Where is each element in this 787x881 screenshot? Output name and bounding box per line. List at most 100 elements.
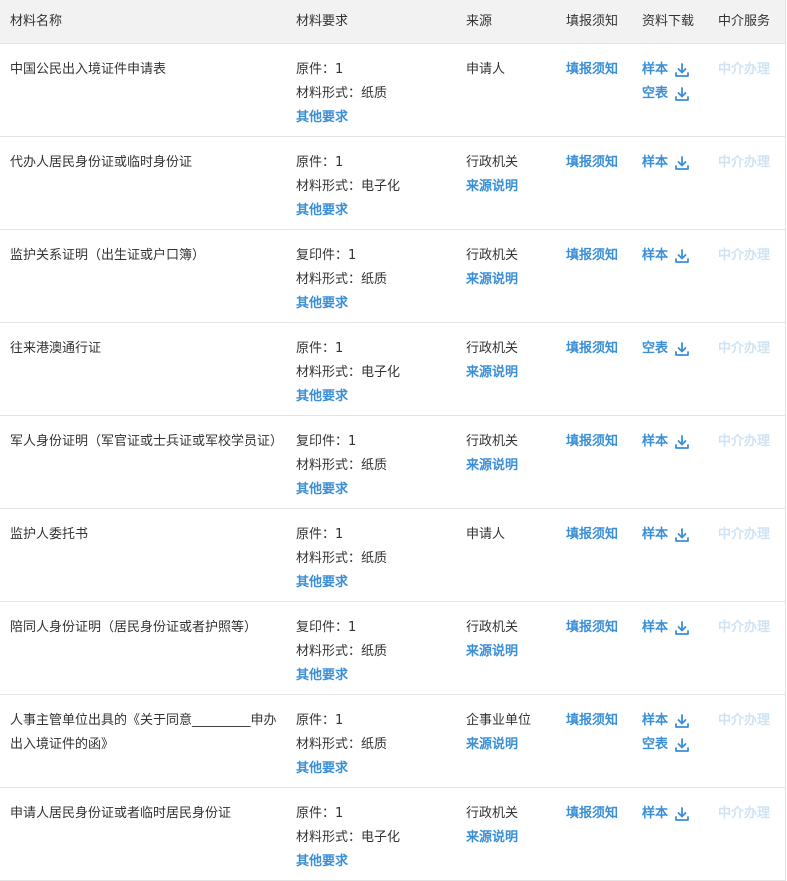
material-name: 监护关系证明（出生证或户口簿）: [10, 248, 206, 263]
agent-service-cell: 中介办理: [718, 616, 784, 640]
download-link-2[interactable]: 空表: [642, 733, 712, 757]
notice-cell: 填报须知: [566, 616, 636, 640]
agent-service-cell: 中介办理: [718, 151, 784, 175]
download-icon: [674, 713, 690, 729]
material-requirements: 复印件：1 材料形式：纸质 其他要求: [296, 244, 456, 316]
download-icon: [674, 155, 690, 171]
fill-notice-link[interactable]: 填报须知: [566, 616, 636, 640]
download-link-1[interactable]: 样本: [642, 523, 712, 547]
header-agent-service: 中介服务: [718, 14, 771, 29]
download-link-1[interactable]: 样本: [642, 244, 712, 268]
download-icon: [674, 86, 690, 102]
download-label: 样本: [642, 527, 669, 542]
fill-notice-link[interactable]: 填报须知: [566, 244, 636, 268]
materials-table: 材料名称 材料要求 来源 填报须知 资料下载 中介服务 中国公民出入境证件申请表…: [0, 0, 786, 881]
download-label: 空表: [642, 341, 669, 356]
download-label: 样本: [642, 620, 669, 635]
source-explanation-link[interactable]: 来源说明: [466, 826, 561, 850]
download-label: 样本: [642, 434, 669, 449]
other-requirements-link[interactable]: 其他要求: [296, 664, 456, 688]
other-requirements-link[interactable]: 其他要求: [296, 106, 456, 130]
download-icon: [674, 434, 690, 450]
source-explanation-link[interactable]: 来源说明: [466, 175, 561, 199]
download-link-1[interactable]: 样本: [642, 616, 712, 640]
requirement-count: 原件：1: [296, 713, 344, 728]
agent-service-cell: 中介办理: [718, 244, 784, 268]
agent-service-link: 中介办理: [718, 155, 771, 170]
agent-service-link: 中介办理: [718, 434, 771, 449]
source-text: 行政机关: [466, 806, 519, 821]
source-explanation-link[interactable]: 来源说明: [466, 361, 561, 385]
download-icon: [674, 806, 690, 822]
notice-cell: 填报须知: [566, 244, 636, 268]
download-icon: [674, 248, 690, 264]
fill-notice-link[interactable]: 填报须知: [566, 802, 636, 826]
agent-service-cell: 中介办理: [718, 58, 784, 82]
other-requirements-link[interactable]: 其他要求: [296, 385, 456, 409]
fill-notice-link[interactable]: 填报须知: [566, 523, 636, 547]
other-requirements-link[interactable]: 其他要求: [296, 571, 456, 595]
material-source: 申请人: [466, 523, 561, 547]
download-icon: [674, 527, 690, 543]
notice-cell: 填报须知: [566, 337, 636, 361]
requirement-count: 原件：1: [296, 341, 344, 356]
download-cell: 样本 空表: [642, 709, 712, 757]
requirement-form: 材料形式：电子化: [296, 365, 401, 380]
material-requirements: 复印件：1 材料形式：纸质 其他要求: [296, 430, 456, 502]
requirement-count: 原件：1: [296, 806, 344, 821]
download-cell: 样本: [642, 802, 712, 826]
download-label: 样本: [642, 62, 669, 77]
other-requirements-link[interactable]: 其他要求: [296, 757, 456, 781]
material-requirements: 原件：1 材料形式：电子化其他要求: [296, 337, 456, 409]
notice-cell: 填报须知: [566, 430, 636, 454]
download-link-2[interactable]: 空表: [642, 82, 712, 106]
source-explanation-link[interactable]: 来源说明: [466, 454, 561, 478]
material-name: 监护人委托书: [10, 527, 89, 542]
agent-service-cell: 中介办理: [718, 802, 784, 826]
header-material-name: 材料名称: [10, 14, 63, 29]
fill-notice-link[interactable]: 填报须知: [566, 709, 636, 733]
download-link-1[interactable]: 样本: [642, 151, 712, 175]
fill-notice-link[interactable]: 填报须知: [566, 430, 636, 454]
agent-service-link: 中介办理: [718, 620, 771, 635]
table-row: 中国公民出入境证件申请表 原件：1 材料形式：纸质 其他要求 申请人 填报须知 样本 空表 中介…: [0, 44, 785, 137]
other-requirements-link[interactable]: 其他要求: [296, 478, 456, 502]
table-row: 陪同人身份证明（居民身份证或者护照等） 复印件：1 材料形式：纸质 其他要求 行政机关来…: [0, 602, 785, 695]
other-requirements-link[interactable]: 其他要求: [296, 199, 456, 223]
fill-notice-link[interactable]: 填报须知: [566, 337, 636, 361]
download-link-1[interactable]: 样本: [642, 58, 712, 82]
material-name: 人事主管单位出具的《关于同意_________申办出入境证件的函》: [10, 713, 277, 752]
download-cell: 空表: [642, 337, 712, 361]
download-label: 空表: [642, 86, 669, 101]
requirement-form: 材料形式：纸质: [296, 86, 388, 101]
table-header: 材料名称 材料要求 来源 填报须知 资料下载 中介服务: [0, 0, 785, 44]
source-explanation-link[interactable]: 来源说明: [466, 268, 561, 292]
header-notice: 填报须知: [566, 14, 619, 29]
source-text: 申请人: [466, 527, 506, 542]
download-label: 样本: [642, 806, 669, 821]
download-label: 空表: [642, 737, 669, 752]
other-requirements-link[interactable]: 其他要求: [296, 292, 456, 316]
download-label: 样本: [642, 155, 669, 170]
download-link-1[interactable]: 样本: [642, 709, 712, 733]
download-label: 样本: [642, 248, 669, 263]
other-requirements-link[interactable]: 其他要求: [296, 850, 456, 874]
material-name: 陪同人身份证明（居民身份证或者护照等）: [10, 620, 258, 635]
source-text: 申请人: [466, 62, 506, 77]
source-explanation-link[interactable]: 来源说明: [466, 733, 561, 757]
source-text: 行政机关: [466, 434, 519, 449]
download-link-1[interactable]: 样本: [642, 430, 712, 454]
download-cell: 样本: [642, 430, 712, 454]
download-cell: 样本: [642, 244, 712, 268]
material-requirements: 原件：1 材料形式：纸质其他要求: [296, 58, 456, 130]
source-text: 行政机关: [466, 341, 519, 356]
fill-notice-link[interactable]: 填报须知: [566, 58, 636, 82]
material-source: 行政机关 来源说明: [466, 244, 561, 292]
download-link-1[interactable]: 空表: [642, 337, 712, 361]
material-requirements: 原件：1 材料形式：纸质 其他要求: [296, 709, 456, 781]
requirement-count: 原件：1: [296, 62, 344, 77]
requirement-form: 材料形式：纸质: [296, 272, 388, 287]
source-explanation-link[interactable]: 来源说明: [466, 640, 561, 664]
download-link-1[interactable]: 样本: [642, 802, 712, 826]
fill-notice-link[interactable]: 填报须知: [566, 151, 636, 175]
